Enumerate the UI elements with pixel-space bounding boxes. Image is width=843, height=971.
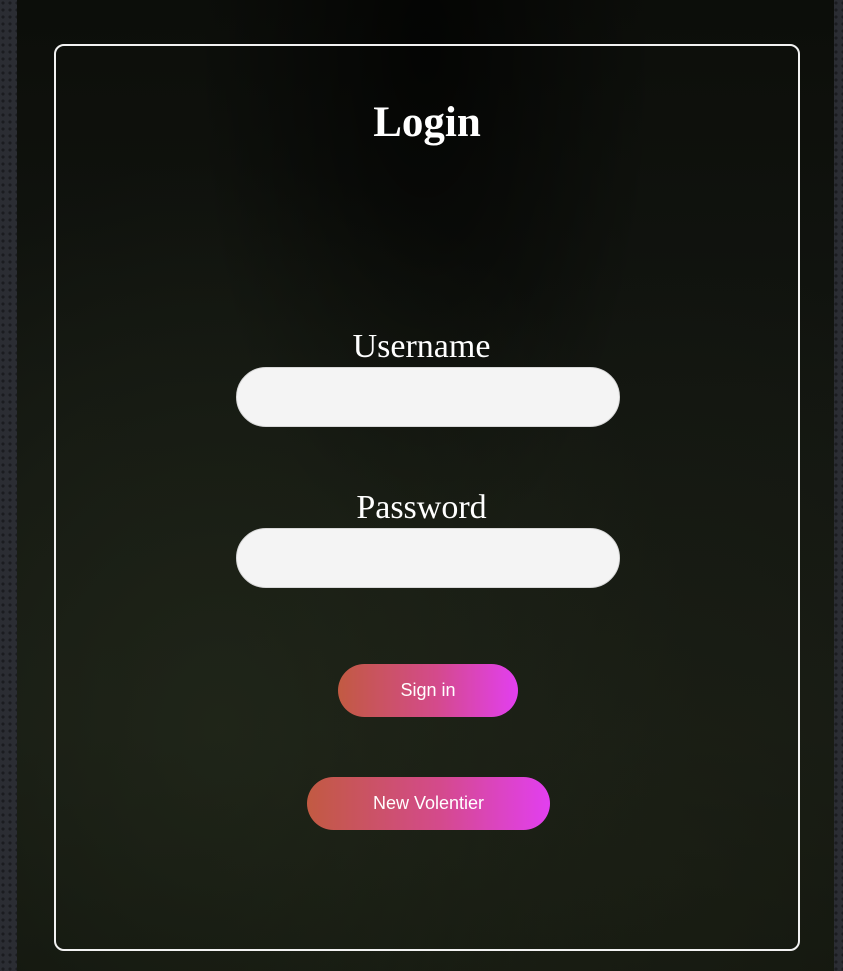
password-label: Password bbox=[356, 489, 487, 526]
password-input[interactable] bbox=[236, 528, 620, 588]
username-input[interactable] bbox=[236, 367, 620, 427]
new-volunteer-button[interactable]: New Volentier bbox=[307, 777, 550, 830]
username-label: Username bbox=[352, 328, 491, 365]
sign-in-button[interactable]: Sign in bbox=[338, 664, 518, 717]
page-title: Login bbox=[373, 99, 481, 146]
